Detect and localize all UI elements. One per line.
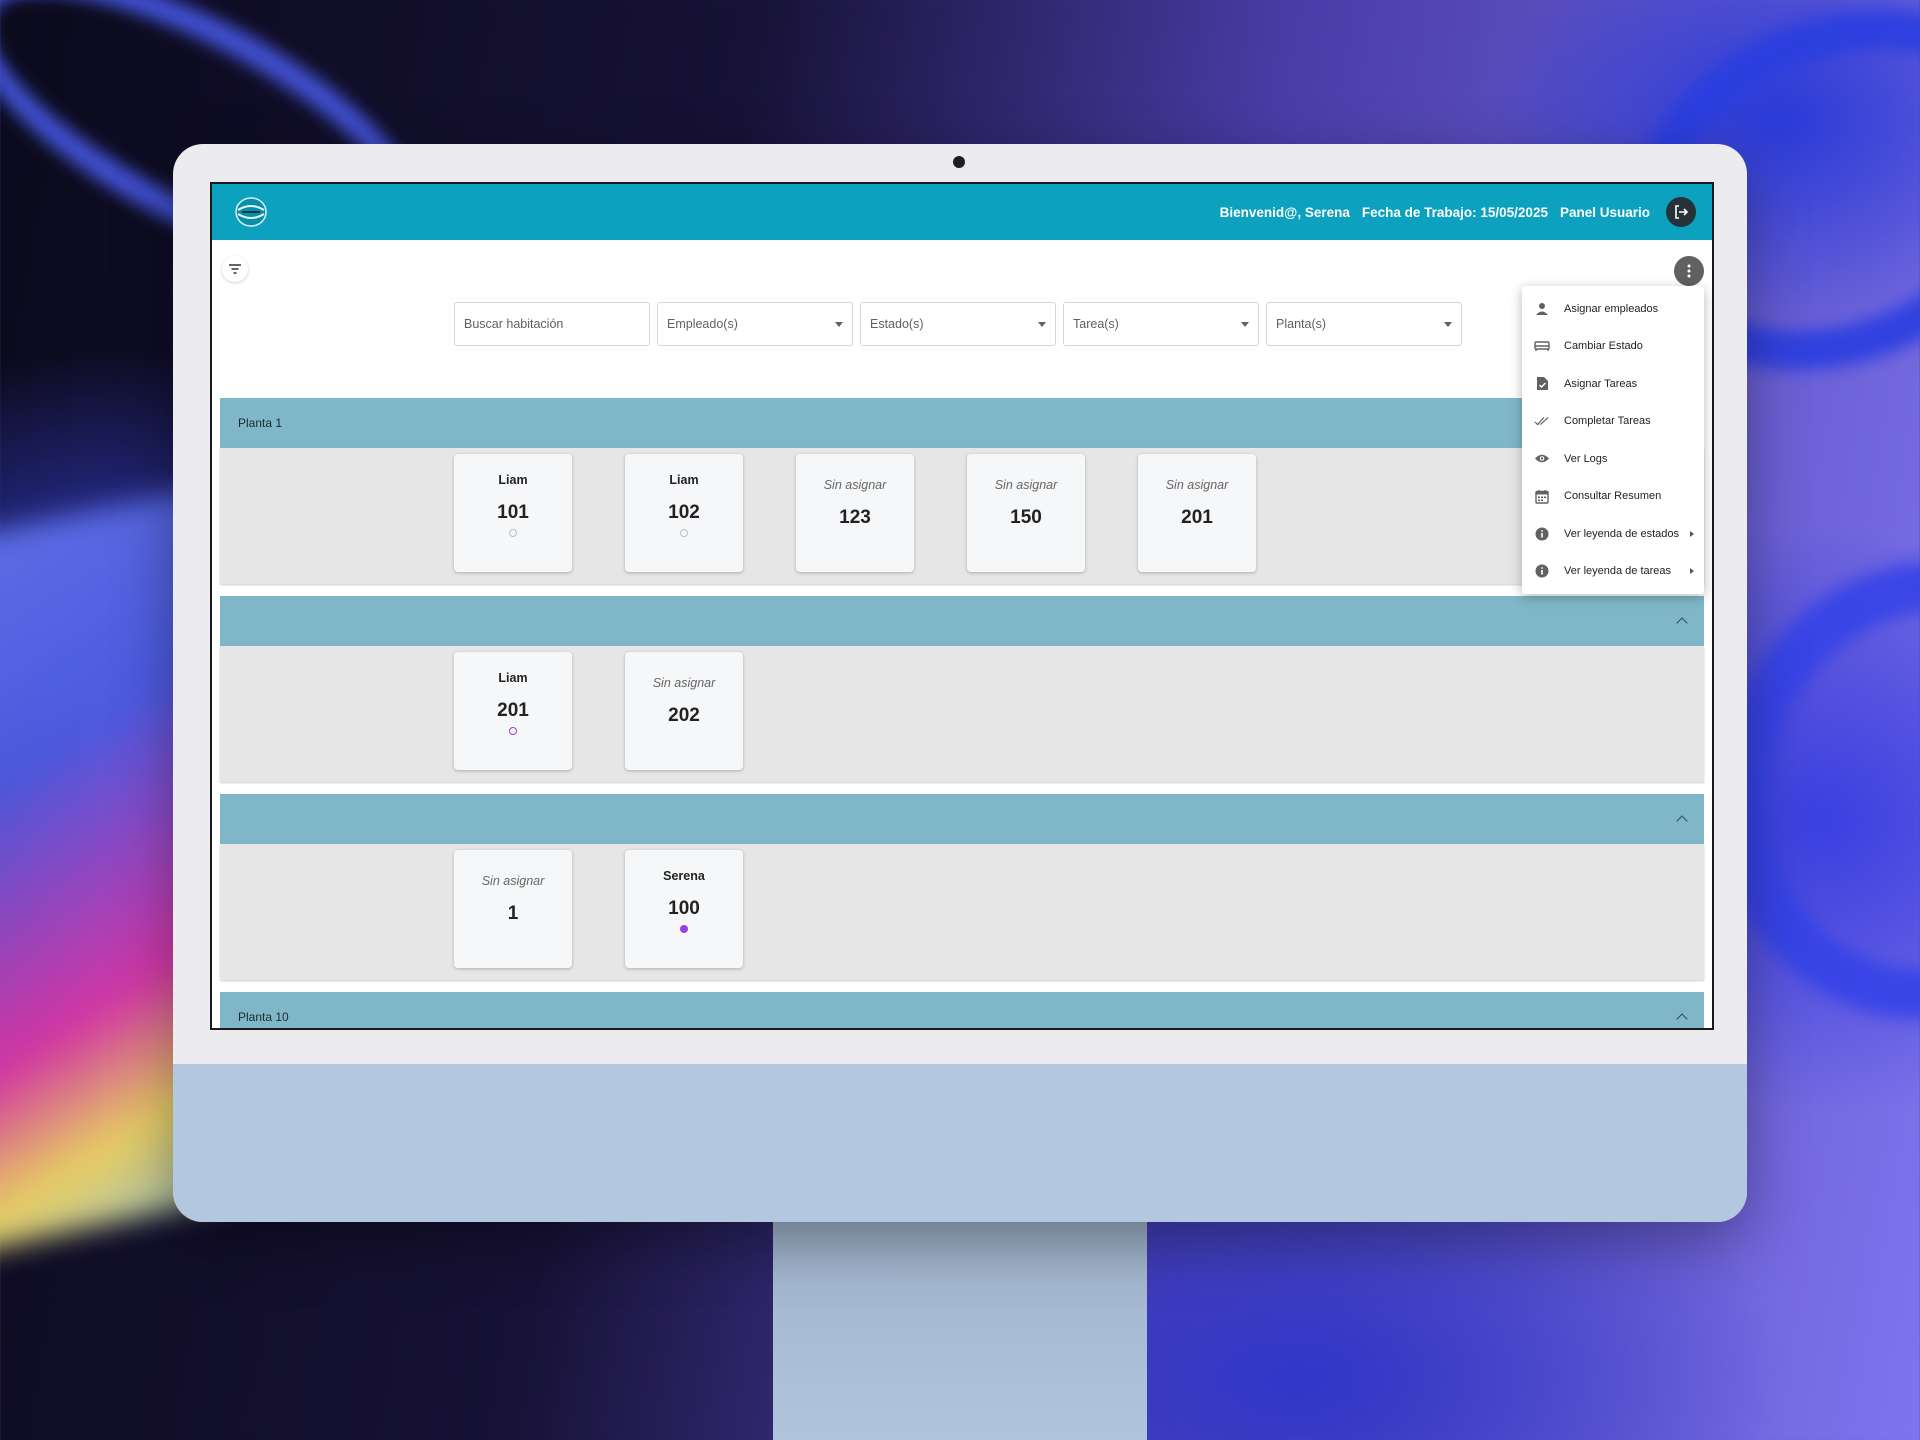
menu-item-completar-tareas[interactable]: Completar Tareas <box>1522 403 1704 441</box>
room-number: 201 <box>1181 507 1213 528</box>
more-options-button[interactable] <box>1674 256 1704 286</box>
submenu-arrow-icon <box>1690 568 1694 575</box>
menu-item-label: Cambiar Estado <box>1564 340 1643 353</box>
floor-select[interactable]: Planta(s) <box>1266 302 1462 346</box>
dropdown-arrow-icon <box>835 321 843 327</box>
room-number: 202 <box>668 705 700 726</box>
menu-item-asignar-tareas[interactable]: Asignar Tareas <box>1522 365 1704 403</box>
room-card[interactable]: Sin asignar 1 <box>454 850 572 968</box>
menu-item-label: Consultar Resumen <box>1564 490 1662 503</box>
camera-icon <box>953 156 965 168</box>
room-number: 1 <box>507 903 519 924</box>
floor-title: Planta 1 <box>238 416 283 430</box>
menu-item-label: Completar Tareas <box>1564 415 1651 428</box>
logout-button[interactable] <box>1666 197 1696 227</box>
floor-section: Sin asignar 1 Serena 100 <box>220 794 1704 980</box>
menu-item-ver-leyenda-de-estados[interactable]: Ver leyenda de estados <box>1522 515 1704 553</box>
room-employee: Serena <box>663 869 705 883</box>
floor-section-body: Sin asignar 1 Serena 100 <box>220 844 1704 980</box>
dropdown-arrow-icon <box>1038 321 1046 327</box>
room-number: 150 <box>1010 507 1042 528</box>
more-vert-icon <box>1687 264 1691 278</box>
room-card[interactable]: Liam 102 <box>625 454 743 572</box>
room-card[interactable]: Sin asignar 150 <box>967 454 1085 572</box>
menu-item-ver-leyenda-de-tareas[interactable]: Ver leyenda de tareas <box>1522 553 1704 591</box>
room-employee: Sin asignar <box>1165 478 1229 492</box>
eye-icon <box>1534 451 1550 467</box>
floor-section-header[interactable]: Planta 1 <box>220 398 1704 448</box>
employee-select[interactable]: Empleado(s) <box>657 302 853 346</box>
double-check-icon <box>1534 413 1550 429</box>
monitor-chin <box>173 1064 1747 1222</box>
menu-item-ver-logs[interactable]: Ver Logs <box>1522 440 1704 478</box>
dropdown-arrow-icon <box>1241 321 1249 327</box>
logout-icon <box>1675 205 1689 219</box>
room-number: 100 <box>668 898 700 919</box>
logo-icon[interactable] <box>234 196 268 228</box>
person-icon <box>1534 301 1550 317</box>
menu-item-cambiar-estado[interactable]: Cambiar Estado <box>1522 328 1704 366</box>
menu-item-label: Asignar empleados <box>1564 302 1659 315</box>
monitor-stand <box>773 1222 1147 1440</box>
chevron-up-icon[interactable] <box>1676 617 1688 629</box>
room-number: 201 <box>497 700 529 721</box>
chevron-up-icon[interactable] <box>1676 1013 1688 1025</box>
floor-section-header[interactable]: Planta 10 <box>220 992 1704 1028</box>
menu-item-label: Ver leyenda de estados <box>1564 527 1679 540</box>
room-status-indicator <box>509 529 517 537</box>
filter-toggle-button[interactable] <box>222 256 248 282</box>
room-number: 123 <box>839 507 871 528</box>
panel-user-link[interactable]: Panel Usuario <box>1560 205 1650 220</box>
room-employee: Sin asignar <box>823 478 887 492</box>
menu-item-label: Ver Logs <box>1564 452 1608 465</box>
top-bar: Bienvenid@, Serena Fecha de Trabajo: 15/… <box>212 184 1712 240</box>
room-employee: Liam <box>669 473 699 487</box>
floor-section: Liam 201 Sin asignar 202 <box>220 596 1704 782</box>
room-status-indicator <box>680 925 688 933</box>
work-date-text: Fecha de Trabajo: 15/05/2025 <box>1361 204 1548 220</box>
room-number: 102 <box>668 502 700 523</box>
bed-icon <box>1534 338 1550 354</box>
chevron-up-icon[interactable] <box>1676 815 1688 827</box>
info-icon <box>1534 563 1550 579</box>
menu-item-label: Asignar Tareas <box>1564 377 1638 390</box>
menu-item-label: Ver leyenda de tareas <box>1564 565 1672 578</box>
options-menu: Asignar empleados Cambiar Estado Asignar T… <box>1522 286 1704 594</box>
dropdown-arrow-icon <box>1444 321 1452 327</box>
filter-icon <box>229 264 241 274</box>
greeting-text: Bienvenid@, Serena <box>1219 204 1350 220</box>
room-card[interactable]: Liam 101 <box>454 454 572 572</box>
task-file-icon <box>1534 376 1550 392</box>
room-card[interactable]: Sin asignar 201 <box>1138 454 1256 572</box>
filter-bar: Buscar habitación Empleado(s) Estado(s) … <box>454 302 1462 346</box>
app-screen: Bienvenid@, Serena Fecha de Trabajo: 15/… <box>210 182 1714 1030</box>
info-icon <box>1534 526 1550 542</box>
menu-item-consultar-resumen[interactable]: Consultar Resumen <box>1522 478 1704 516</box>
calendar-icon <box>1534 488 1550 504</box>
state-select[interactable]: Estado(s) <box>860 302 1056 346</box>
task-select[interactable]: Tarea(s) <box>1063 302 1259 346</box>
submenu-arrow-icon <box>1690 530 1694 537</box>
room-card[interactable]: Liam 201 <box>454 652 572 770</box>
search-room-input[interactable]: Buscar habitación <box>454 302 650 346</box>
room-number: 101 <box>497 502 529 523</box>
floor-section-header[interactable] <box>220 596 1704 646</box>
floor-section-body: Liam 101 Liam 102 Sin asignar 123 Sin asignar 1… <box>220 448 1704 584</box>
room-card[interactable]: Sin asignar 202 <box>625 652 743 770</box>
floor-title: Planta 10 <box>238 1010 289 1024</box>
room-employee: Sin asignar <box>652 676 716 690</box>
floor-section: Planta 1 Liam 101 Liam 102 Sin asignar 123 Sin … <box>220 398 1704 584</box>
floor-section: Planta 10 <box>220 992 1704 1028</box>
room-employee: Liam <box>498 473 528 487</box>
room-card[interactable]: Serena 100 <box>625 850 743 968</box>
room-status-indicator <box>509 727 517 735</box>
floor-section-body: Liam 201 Sin asignar 202 <box>220 646 1704 782</box>
room-status-indicator <box>680 529 688 537</box>
room-card[interactable]: Sin asignar 123 <box>796 454 914 572</box>
room-employee: Liam <box>498 671 528 685</box>
room-employee: Sin asignar <box>994 478 1058 492</box>
room-employee: Sin asignar <box>481 874 545 888</box>
floor-section-header[interactable] <box>220 794 1704 844</box>
menu-item-asignar-empleados[interactable]: Asignar empleados <box>1522 290 1704 328</box>
